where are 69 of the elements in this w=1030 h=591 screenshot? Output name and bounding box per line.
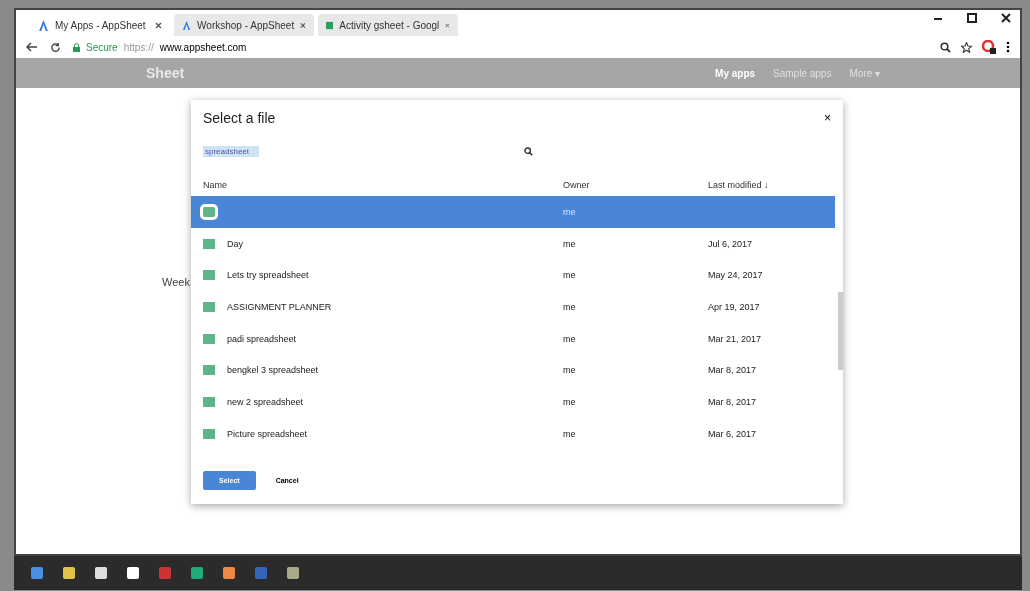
browser-tab[interactable]: Workshop - AppSheet [174, 14, 314, 36]
zoom-icon[interactable] [940, 41, 951, 53]
column-header[interactable]: Name [203, 180, 563, 190]
file-date: Jul 6, 2017 [708, 238, 754, 249]
file-name: Lets try spreadsheet [227, 270, 309, 281]
file-name: new 2 spreadsheet [227, 396, 304, 407]
file-row[interactable]: bengkel 3 spreadsheet me Mar 8, 2017 [191, 354, 835, 387]
column-header[interactable]: Last modified ↓ [708, 180, 831, 190]
file-row[interactable]: padi spreadsheet me Mar 21, 2017 [191, 322, 835, 355]
sheet-icon [203, 270, 215, 281]
file-name: bengkel 3 spreadsheet [227, 365, 319, 376]
file-owner: me [563, 270, 577, 281]
file-row[interactable]: new 2 spreadsheet me Mar 8, 2017 [191, 386, 835, 418]
file-date: Mar 21, 2017 [708, 333, 763, 344]
scrollbar[interactable] [838, 292, 843, 370]
back-icon[interactable] [26, 42, 38, 52]
file-name: ASSIGNMENT PLANNER [227, 301, 332, 312]
secure-label: Secure [86, 41, 118, 53]
background-label: Week [162, 276, 190, 288]
star-icon[interactable] [961, 41, 972, 53]
sheet-icon [203, 238, 215, 249]
file-owner: me [563, 428, 577, 439]
search-icon [524, 146, 533, 156]
file-row[interactable]: Lets try spreadsheet me May 24, 2017 [191, 259, 835, 292]
letter-a-icon [182, 19, 192, 31]
file-name: Day [227, 238, 243, 249]
close-button[interactable]: × [824, 111, 831, 125]
file-date: Mar 6, 2017 [708, 428, 758, 439]
file-date: Mar 8, 2017 [708, 365, 758, 376]
file-date: Mar 8, 2017 [708, 396, 758, 407]
file-owner: me [563, 333, 577, 344]
sheet-icon [326, 19, 334, 31]
file-name: Picture spreadsheet [227, 428, 308, 439]
url-host: www.appsheet.com [159, 41, 247, 53]
browser-tab[interactable]: Activity gsheet - Googl [318, 14, 458, 36]
sheet-icon [203, 206, 215, 217]
reload-icon[interactable] [50, 41, 61, 53]
extension-icon[interactable] [982, 40, 996, 54]
file-row[interactable]: Picture spreadsheet me Mar 6, 2017 [191, 417, 835, 450]
file-owner: me [563, 365, 577, 376]
file-owner: me [563, 396, 577, 407]
sheet-icon [203, 428, 215, 439]
taskbar-app-icon[interactable] [94, 566, 108, 580]
sheet-icon [203, 301, 215, 312]
close-icon[interactable] [155, 21, 162, 29]
maximize-icon[interactable] [966, 12, 978, 24]
taskbar-app-icon[interactable] [286, 566, 300, 580]
menu-icon[interactable] [1006, 41, 1010, 53]
file-date: Apr 19, 2017 [708, 301, 761, 312]
url-scheme: https:// [123, 41, 154, 53]
file-owner: me [563, 301, 577, 312]
sheet-icon [203, 396, 215, 407]
file-name: padi spreadsheet [227, 333, 297, 344]
taskbar-app-icon[interactable] [126, 566, 140, 580]
column-header[interactable]: Owner [563, 180, 708, 190]
file-row[interactable]: Day me Jul 6, 2017 [191, 227, 835, 260]
taskbar-app-icon[interactable] [62, 566, 76, 580]
sheet-icon [203, 333, 215, 344]
file-owner: me [563, 238, 577, 249]
site-logo: Sheet [146, 65, 186, 81]
file-owner: me [563, 206, 577, 217]
file-date: May 24, 2017 [708, 270, 764, 281]
file-row[interactable]: ASSIGNMENT PLANNER me Apr 19, 2017 [191, 291, 835, 323]
lock-icon [73, 42, 80, 52]
letter-a-icon [38, 19, 49, 31]
sheet-icon [203, 365, 215, 376]
search-field[interactable]: spreadsheet [203, 145, 259, 157]
dialog-title: Select a file [203, 110, 276, 126]
close-icon[interactable] [1000, 12, 1012, 24]
